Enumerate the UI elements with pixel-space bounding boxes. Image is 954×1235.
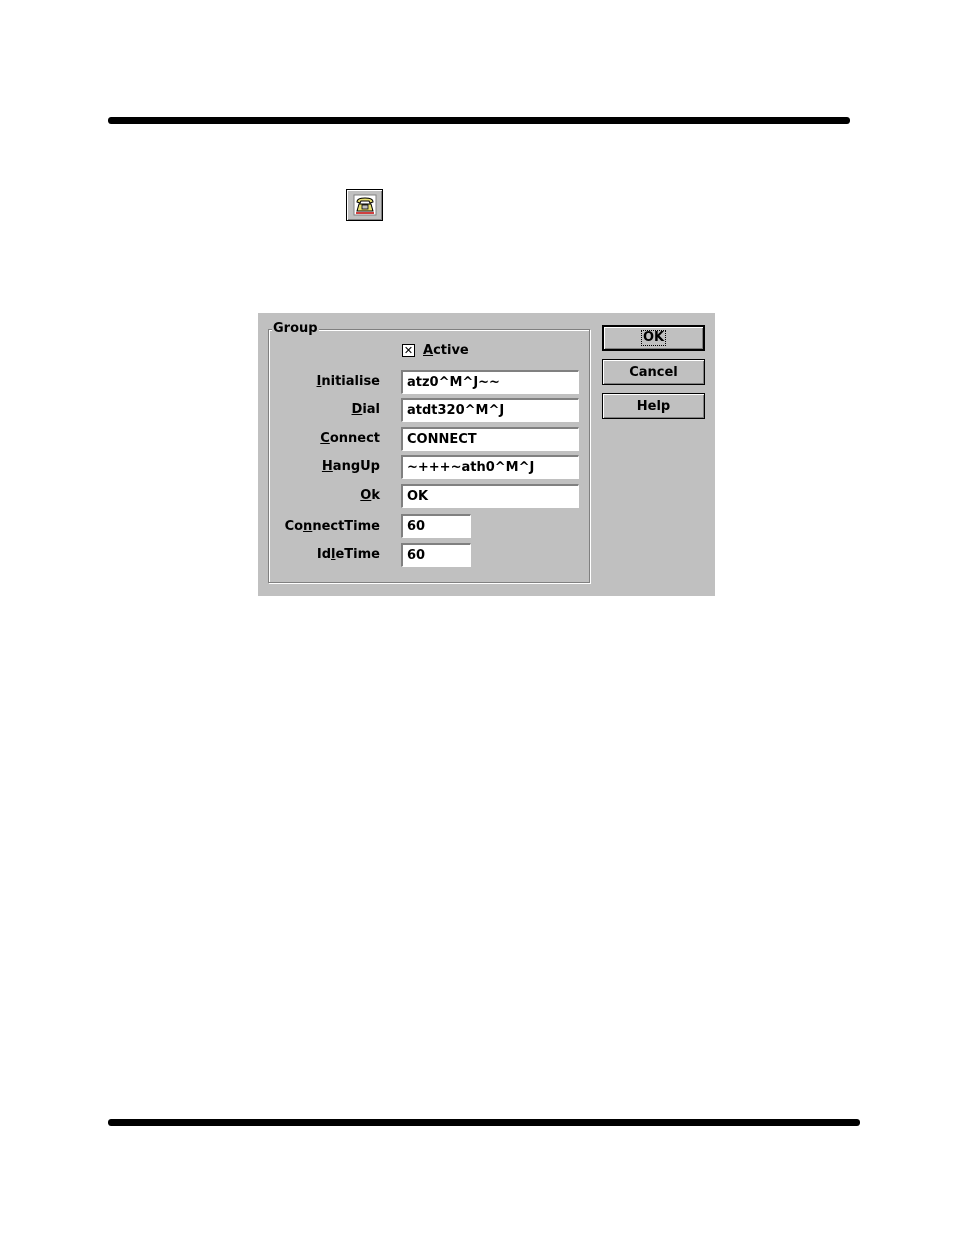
hangup-label: HangUp — [321, 459, 380, 474]
group-label: Group — [272, 321, 319, 337]
bottom-rule — [108, 1119, 860, 1126]
active-label: Active — [423, 343, 469, 358]
ok-button-label: OK — [640, 330, 667, 346]
connect-input[interactable]: CONNECT — [401, 427, 579, 451]
hangup-input[interactable]: ~+++~ath0^M^J — [401, 455, 579, 479]
ok-button[interactable]: OK — [602, 325, 705, 351]
help-button[interactable]: Help — [602, 393, 705, 419]
dial-label: Dial — [351, 402, 380, 417]
telephone-icon — [353, 194, 376, 216]
dialer-toolbar-button[interactable] — [346, 189, 383, 221]
idle-time-label: IdleTime — [316, 547, 380, 562]
initialise-input[interactable]: atz0^M^J~~ — [401, 370, 579, 394]
active-checkbox-row[interactable]: ✕ Active — [402, 343, 469, 358]
connect-label: Connect — [320, 431, 380, 446]
modem-settings-dialog: Group ✕ Active Initialise atz0^M^J~~ Dia… — [258, 313, 715, 596]
connect-time-input[interactable]: 60 — [401, 514, 471, 538]
cancel-button[interactable]: Cancel — [602, 359, 705, 385]
ok-field-label: Ok — [360, 488, 380, 503]
idle-time-input[interactable]: 60 — [401, 543, 471, 567]
ok-string-input[interactable]: OK — [401, 484, 579, 508]
check-mark-icon: ✕ — [403, 344, 414, 357]
connect-time-label: ConnectTime — [284, 519, 380, 534]
top-rule — [108, 117, 850, 124]
initialise-label: Initialise — [316, 374, 380, 389]
active-checkbox[interactable]: ✕ — [402, 344, 415, 357]
dial-input[interactable]: atdt320^M^J — [401, 398, 579, 422]
